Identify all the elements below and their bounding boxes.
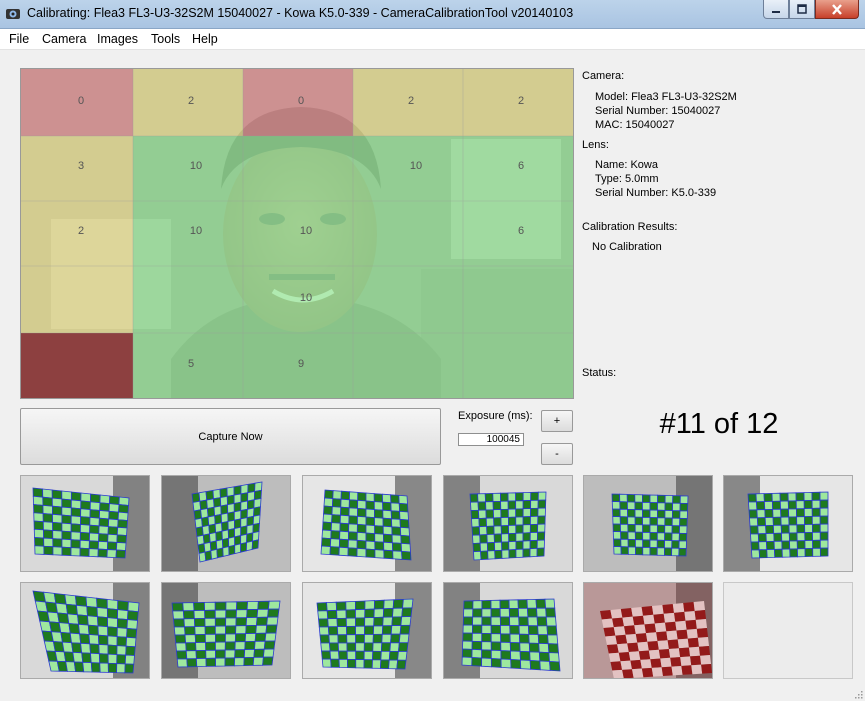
zone-label: 0 xyxy=(298,95,304,107)
minimize-button[interactable] xyxy=(763,0,789,19)
zone-label: 2 xyxy=(78,225,84,237)
zone-label: 10 xyxy=(190,160,202,172)
zone-label: 3 xyxy=(78,160,84,172)
menu-help[interactable]: Help xyxy=(192,32,218,46)
calibration-thumbnail[interactable] xyxy=(302,475,432,572)
camera-serial: Serial Number: 15040027 xyxy=(595,105,721,117)
menu-bar: File Camera Images Tools Help xyxy=(0,29,865,50)
checkerboard-image xyxy=(21,583,149,678)
capture-label: Capture Now xyxy=(198,430,263,443)
lens-type: Type: 5.0mm xyxy=(595,173,659,185)
menu-file[interactable]: File xyxy=(9,32,29,46)
calibration-thumbnail[interactable] xyxy=(443,582,573,679)
minus-label: - xyxy=(555,448,559,460)
calibration-thumbnail[interactable] xyxy=(161,475,291,572)
checkerboard-image xyxy=(584,476,712,571)
checkerboard-image xyxy=(584,583,712,678)
calibration-value: No Calibration xyxy=(592,241,662,253)
zone-label: 2 xyxy=(188,95,194,107)
zone-label: 2 xyxy=(408,95,414,107)
checkerboard-image xyxy=(303,583,431,678)
zone-label: 10 xyxy=(300,225,312,237)
lens-name: Name: Kowa xyxy=(595,159,658,171)
camera-live-view: 0 2 0 2 2 3 10 10 6 2 10 10 6 10 5 9 xyxy=(20,68,574,399)
close-icon xyxy=(832,3,842,15)
exposure-label: Exposure (ms): xyxy=(458,410,533,422)
resize-grip-icon[interactable] xyxy=(853,689,863,699)
zone-label: 2 xyxy=(518,95,524,107)
minimize-icon xyxy=(772,11,780,13)
window-title: Calibrating: Flea3 FL3-U3-32S2M 15040027… xyxy=(27,6,574,20)
checkerboard-image xyxy=(303,476,431,571)
calibration-thumbnail[interactable] xyxy=(20,582,150,679)
plus-label: + xyxy=(553,415,561,427)
calibration-thumbnail[interactable] xyxy=(583,582,713,679)
close-button[interactable] xyxy=(815,0,859,19)
calibration-thumbnail[interactable] xyxy=(443,475,573,572)
menu-images[interactable]: Images xyxy=(97,32,138,46)
calibration-thumbnail[interactable] xyxy=(20,475,150,572)
empty-thumbnail-slot xyxy=(723,582,853,679)
maximize-button[interactable] xyxy=(789,0,815,19)
calibration-thumbnail[interactable] xyxy=(302,582,432,679)
exposure-field[interactable] xyxy=(458,433,524,446)
calibration-thumbnail[interactable] xyxy=(723,475,853,572)
zone-label: 10 xyxy=(190,225,202,237)
camera-mac: MAC: 15040027 xyxy=(595,119,675,131)
checkerboard-image xyxy=(162,476,290,571)
camera-heading: Camera: xyxy=(582,70,625,82)
menu-tools[interactable]: Tools xyxy=(151,32,180,46)
zone-label: 10 xyxy=(300,292,312,304)
zone-label: 6 xyxy=(518,225,524,237)
checkerboard-image xyxy=(444,476,572,571)
capture-counter: #11 of 12 xyxy=(659,408,779,440)
calibration-heading: Calibration Results: xyxy=(582,221,678,233)
calibration-thumbnail[interactable] xyxy=(161,582,291,679)
status-bar xyxy=(0,687,865,701)
calibration-thumbnail[interactable] xyxy=(583,475,713,572)
exposure-increase-button[interactable]: + xyxy=(541,410,573,432)
title-bar: Calibrating: Flea3 FL3-U3-32S2M 15040027… xyxy=(0,0,865,29)
camera-model: Model: Flea3 FL3-U3-32S2M xyxy=(595,91,737,103)
checkerboard-image xyxy=(21,476,149,571)
zone-label: 6 xyxy=(518,160,524,172)
camera-feed-image: 0 2 0 2 2 3 10 10 6 2 10 10 6 10 5 9 xyxy=(21,69,573,398)
zone-label: 10 xyxy=(410,160,422,172)
capture-now-button[interactable]: Capture Now xyxy=(20,408,441,465)
menu-camera[interactable]: Camera xyxy=(42,32,86,46)
zone-label: 9 xyxy=(298,358,304,370)
checkerboard-image xyxy=(444,583,572,678)
lens-heading: Lens: xyxy=(582,139,609,151)
exposure-decrease-button[interactable]: - xyxy=(541,443,573,465)
window-controls xyxy=(763,0,859,20)
zone-label: 5 xyxy=(188,358,194,370)
checkerboard-image xyxy=(724,476,852,571)
checkerboard-image xyxy=(162,583,290,678)
zone-label: 0 xyxy=(78,95,84,107)
maximize-icon xyxy=(797,4,807,14)
app-icon xyxy=(6,9,20,19)
lens-serial: Serial Number: K5.0-339 xyxy=(595,187,717,199)
status-heading: Status: xyxy=(582,367,617,379)
